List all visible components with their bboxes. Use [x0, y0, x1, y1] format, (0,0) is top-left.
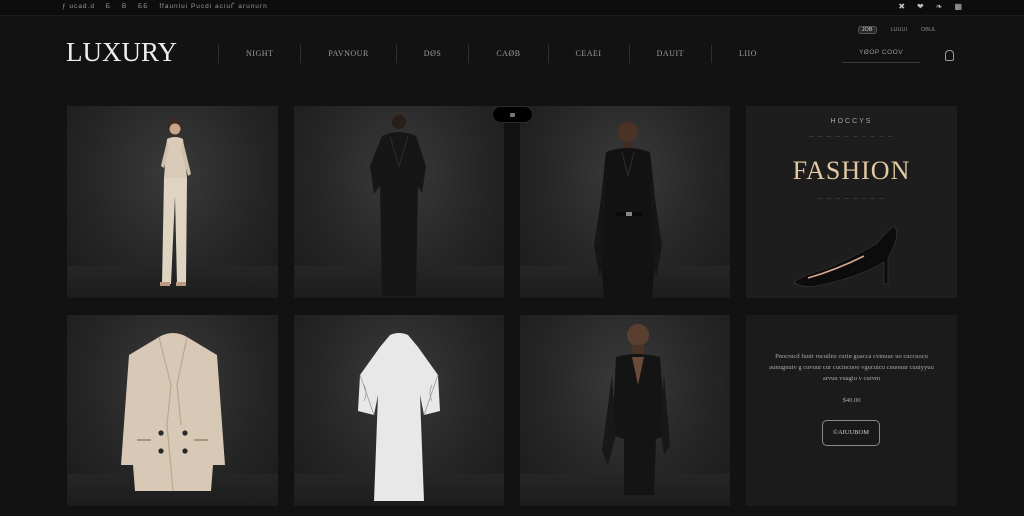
product-tile[interactable] [67, 315, 278, 506]
nav-item-dos[interactable]: DØS [395, 45, 469, 63]
utility-links: JOB LUUUI OBUL [857, 26, 936, 34]
heart-icon[interactable]: ❤ [917, 2, 924, 11]
social-links: ✖ ❤ ❧ ▦ [898, 2, 962, 11]
product-tile[interactable] [294, 106, 504, 298]
model-dark-robe-image [370, 115, 426, 296]
carousel-toggle[interactable] [492, 106, 533, 123]
product-tile[interactable] [520, 106, 730, 298]
cream-coat-image [121, 333, 225, 492]
top-bar-info: ƒ ucad.d Б В ББ ffaunlui Pucdi aciuЃ aru… [62, 3, 276, 10]
nav-item-dauit[interactable]: DAUIT [628, 45, 711, 63]
nav-item-liio[interactable]: LIIO [711, 45, 784, 63]
nav-item-ceaei[interactable]: CEAEI [547, 45, 629, 63]
top-bar: ƒ ucad.d Б В ББ ffaunlui Pucdi aciuЃ aru… [0, 0, 1024, 16]
utility-pill[interactable]: JOB [857, 26, 877, 34]
top-bar-item: Б [105, 3, 112, 10]
nav-item-night[interactable]: NIGHT [218, 45, 300, 63]
main-nav: NIGHT PAVNOUR DØS CAØB CEAEI DAUIT LIIO [218, 45, 784, 63]
model-black-suit-image [602, 324, 670, 495]
model-cream-suit-image [160, 117, 191, 286]
utility-link[interactable]: OBUL [921, 27, 936, 33]
product-price: $40.00 [842, 397, 861, 404]
top-bar-item: ƒ ucad.d [62, 3, 95, 10]
search-input[interactable]: YØOP COOV [842, 49, 920, 63]
product-tile[interactable] [67, 106, 278, 298]
shopping-bag-icon[interactable] [945, 50, 954, 61]
white-dress-image [358, 333, 440, 501]
grid-icon[interactable]: ▦ [954, 2, 962, 11]
model-black-coat-image [594, 122, 662, 298]
product-tile[interactable] [520, 315, 730, 506]
logo[interactable]: LUXURY [66, 37, 177, 68]
product-info-card: Pnocrucd fuutr rucuilnz curin guacca cvi… [746, 315, 957, 506]
product-description: Pnocrucd fuutr rucuilnz curin guacca cvi… [769, 353, 934, 382]
product-tile[interactable] [294, 315, 504, 506]
nav-item-caob[interactable]: CAØB [468, 45, 547, 63]
shop-now-button[interactable]: ©AIUUBOM [822, 420, 880, 446]
top-bar-item: ББ [137, 3, 149, 10]
utility-link[interactable]: LUUUI [891, 27, 908, 33]
top-bar-item: В [121, 3, 128, 10]
site-header: LUXURY NIGHT PAVNOUR DØS CAØB CEAEI DAUI… [0, 17, 1024, 89]
black-heel-image [793, 225, 897, 287]
x-icon[interactable]: ✖ [898, 2, 905, 11]
top-bar-item: ffaunlui Pucdi aciuЃ arunurn [159, 3, 268, 10]
pin-icon[interactable]: ❧ [936, 2, 943, 11]
promo-tile[interactable]: HOCCYS — — — — — — — — — — FASHION — — —… [746, 106, 957, 298]
nav-item-pavnour[interactable]: PAVNOUR [300, 45, 395, 63]
